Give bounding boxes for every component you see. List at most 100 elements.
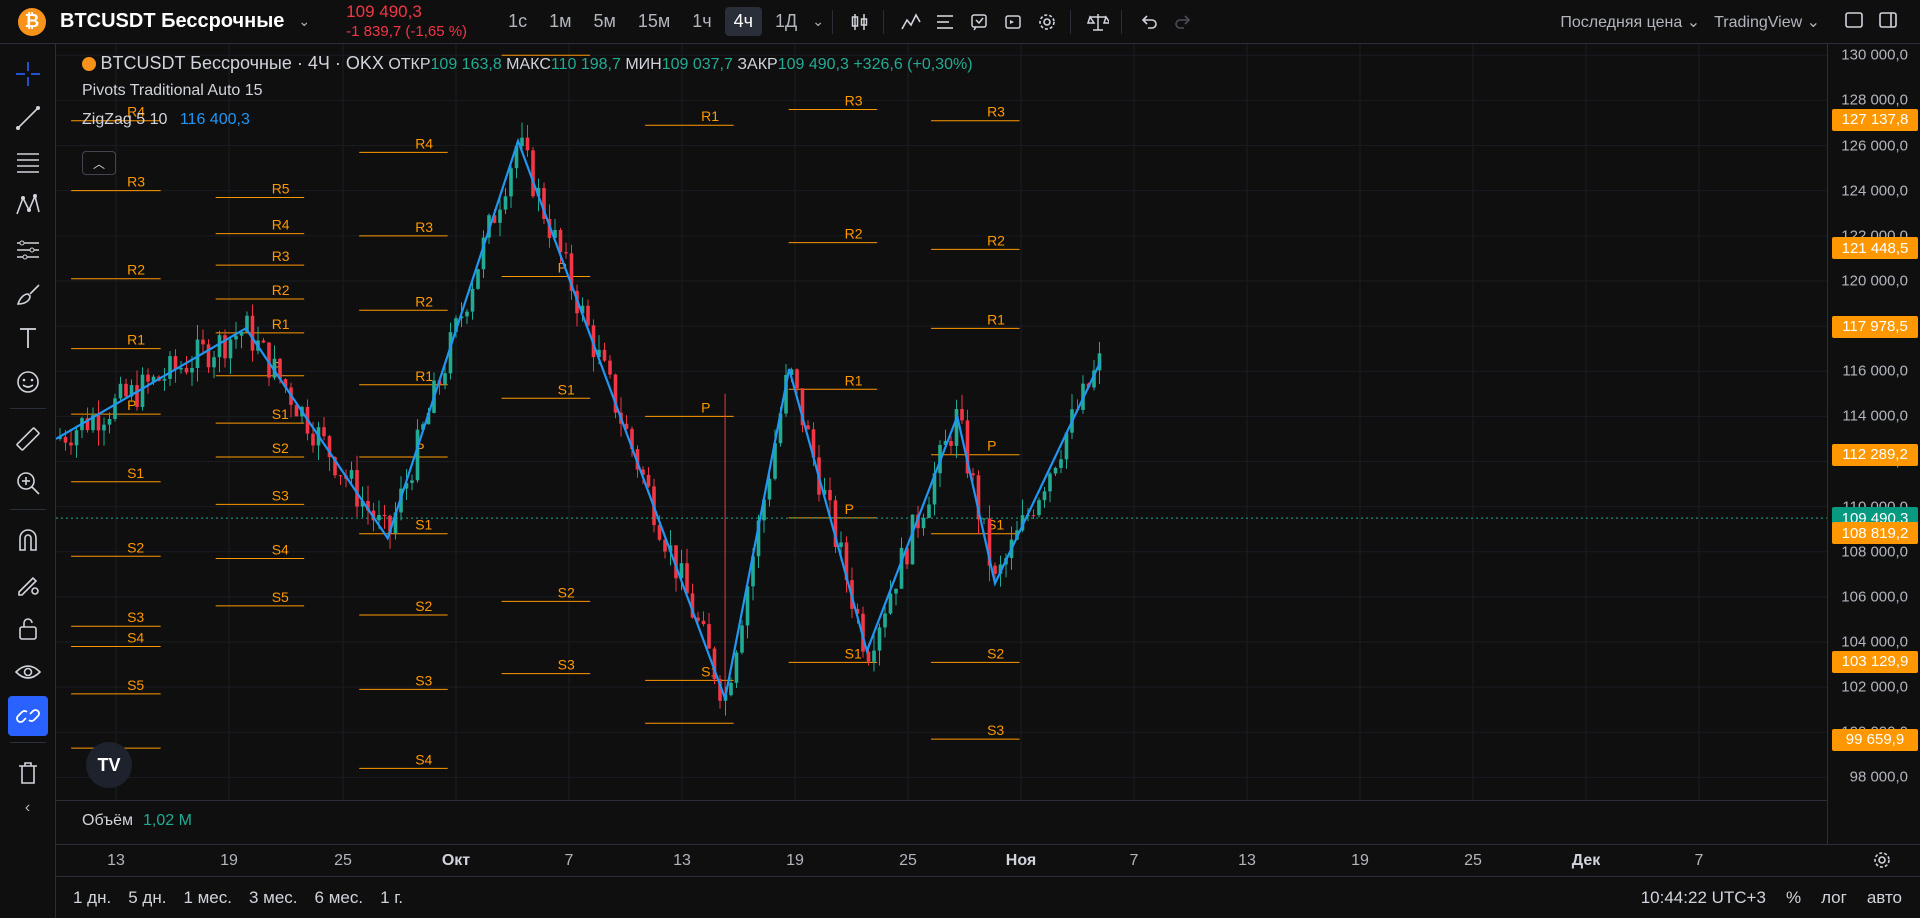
candles-chart-type-icon[interactable]	[845, 7, 875, 37]
pivot-label: R1	[701, 108, 719, 124]
percent-scale-toggle[interactable]: %	[1786, 888, 1801, 908]
price-label: 99 659,9	[1832, 728, 1918, 751]
stay-in-drawing-mode-icon[interactable]	[8, 564, 48, 604]
time-tick: 7	[564, 852, 574, 869]
range-3m[interactable]: 3 мес.	[249, 888, 298, 908]
pivots-indicator-legend[interactable]: Pivots Traditional Auto 15	[82, 82, 263, 100]
candle-body	[322, 427, 326, 437]
forecasting-icon[interactable]	[8, 230, 48, 270]
indicators-icon[interactable]	[896, 7, 926, 37]
candle-body	[234, 335, 238, 340]
fullscreen-icon[interactable]	[1844, 11, 1864, 34]
data-source-selector[interactable]: TradingView ⌄	[1714, 12, 1820, 32]
replay-icon[interactable]	[998, 7, 1028, 37]
clock[interactable]: 10:44:22 UTC+3	[1641, 888, 1766, 908]
candle-body	[685, 563, 689, 594]
pivot-label: R2	[987, 232, 1005, 248]
candle-body	[113, 398, 117, 419]
time-axis-settings-icon[interactable]	[1872, 850, 1892, 875]
interval-15m[interactable]: 15м	[629, 7, 679, 36]
link-icon[interactable]	[7, 696, 48, 736]
price-axis[interactable]: 130 000,0 128 000,0 126 000,0 124 000,0 122 …	[1827, 44, 1920, 844]
undo-icon[interactable]	[1134, 7, 1164, 37]
fib-retracement-icon[interactable]	[8, 142, 48, 182]
pivot-label: S1	[415, 517, 432, 533]
zigzag-indicator-legend[interactable]: ZigZag 5 10 116 400,3	[82, 111, 250, 129]
candle-body	[839, 542, 843, 547]
range-5d[interactable]: 5 дн.	[128, 888, 166, 908]
candle-body	[206, 344, 211, 368]
redo-icon[interactable]	[1168, 7, 1198, 37]
candle-body	[102, 424, 106, 431]
interval-1s[interactable]: 1с	[499, 7, 536, 36]
compare-scales-icon[interactable]	[1083, 7, 1113, 37]
symbol-search-button[interactable]: ₿ BTCUSDT Бессрочные ⌄	[0, 0, 310, 44]
toolbar-divider	[9, 509, 46, 510]
pivot-label: S2	[558, 584, 575, 600]
candle-body	[883, 613, 887, 628]
candle-body	[701, 620, 706, 625]
candle-body	[146, 374, 150, 382]
lock-icon[interactable]	[8, 608, 48, 648]
zigzag-line	[56, 137, 1102, 703]
range-1y[interactable]: 1 г.	[380, 888, 403, 908]
snapshot-icon[interactable]	[1878, 11, 1898, 34]
interval-4h[interactable]: 4ч	[724, 7, 763, 36]
candle-body	[382, 514, 387, 516]
candle-body	[261, 340, 266, 343]
templates-icon[interactable]	[930, 7, 960, 37]
candle-body	[949, 440, 953, 446]
pivot-label: S3	[127, 609, 144, 625]
pivot-label: R3	[127, 174, 145, 190]
tradingview-logo[interactable]: TV	[86, 742, 132, 788]
candle-body	[311, 433, 315, 446]
patterns-icon[interactable]	[8, 186, 48, 226]
time-axis[interactable]: 13 19 25 Окт 7 13 19 25 Ноя 7 13 19 25 Дек 7	[56, 844, 1920, 874]
price-label: 117 978,5	[1832, 315, 1918, 338]
interval-1d[interactable]: 1Д	[766, 7, 806, 36]
eye-icon[interactable]	[8, 652, 48, 692]
trend-line-icon[interactable]	[8, 98, 48, 138]
range-6m[interactable]: 6 мес.	[315, 888, 364, 908]
collapse-chevron-icon[interactable]: ‹	[25, 799, 30, 817]
toolbar-divider	[9, 742, 46, 743]
interval-1m[interactable]: 1м	[540, 7, 580, 36]
price-tick: 98 000,0	[1849, 768, 1908, 786]
candle-body	[465, 311, 469, 317]
pivot-label: S3	[987, 722, 1004, 738]
crosshair-icon[interactable]	[8, 54, 48, 94]
candle-body	[971, 473, 975, 476]
magnet-icon[interactable]	[8, 520, 48, 560]
candle-body	[212, 357, 216, 368]
low-value: 109 037,7	[661, 56, 733, 73]
candle-body	[498, 209, 502, 223]
price-tick: 104 000,0	[1841, 633, 1908, 651]
alert-icon[interactable]	[964, 7, 994, 37]
chevron-down-icon[interactable]: ⌄	[298, 13, 310, 30]
candle-body	[828, 489, 832, 501]
log-scale-toggle[interactable]: лог	[1821, 888, 1847, 908]
text-tool-icon[interactable]	[8, 318, 48, 358]
collapse-legend-button[interactable]: ︿	[82, 151, 116, 175]
candle-body	[646, 474, 651, 487]
interval-5m[interactable]: 5м	[584, 7, 624, 36]
brush-icon[interactable]	[8, 274, 48, 314]
ruler-icon[interactable]	[8, 419, 48, 459]
range-1m[interactable]: 1 мес.	[183, 888, 232, 908]
interval-more-chevron-icon[interactable]: ⌄	[812, 13, 824, 30]
trash-icon[interactable]	[8, 753, 48, 793]
zoom-in-icon[interactable]	[8, 463, 48, 503]
auto-scale-toggle[interactable]: авто	[1867, 888, 1902, 908]
price-chart-svg[interactable]: R4 R3 R2 R1 P S1 S2 S3 S4 S5 R5 R4 R3 R2 R1 P S1 S2 S3 S4 S5…	[56, 44, 1827, 800]
candle-body	[795, 369, 799, 389]
last-price: 109 490,3	[346, 1, 422, 21]
volume-pane[interactable]: Объём 1,02 M	[56, 800, 1827, 842]
main-chart-pane[interactable]: R4 R3 R2 R1 P S1 S2 S3 S4 S5 R5 R4 R3 R2 R1 P S1 S2 S3 S4 S5…	[56, 44, 1827, 844]
settings-gear-icon[interactable]	[1032, 7, 1062, 37]
price-type-selector[interactable]: Последняя цена ⌄	[1560, 12, 1700, 32]
interval-1h[interactable]: 1ч	[683, 7, 720, 36]
candle-body	[140, 374, 145, 407]
candle-body	[921, 517, 926, 529]
range-1d[interactable]: 1 дн.	[73, 888, 111, 908]
emoji-icon[interactable]	[8, 362, 48, 402]
